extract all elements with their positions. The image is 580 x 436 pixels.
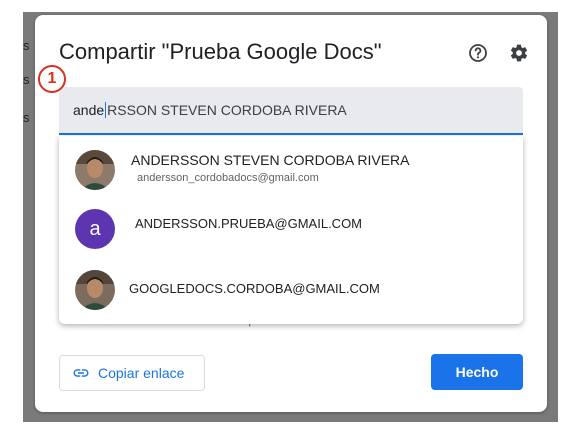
help-button[interactable] (466, 41, 490, 65)
share-dialog: Compartir "Prueba Google Docs" ande RSSON… (35, 15, 547, 412)
text-caret (105, 102, 107, 118)
link-icon (73, 369, 89, 377)
background-text: s (23, 38, 30, 53)
help-circle-icon (469, 44, 487, 62)
avatar-letter-icon: a (75, 209, 115, 249)
background-text: s (23, 72, 30, 87)
search-typed-text: ande (73, 102, 105, 118)
gear-icon (510, 44, 528, 62)
suggestion-item[interactable]: ANDERSSON STEVEN CORDOBA RIVERA andersso… (59, 141, 523, 201)
step-annotation-badge: 1 (38, 65, 66, 93)
suggestion-name: ANDERSSON STEVEN CORDOBA RIVERA (131, 152, 410, 168)
avatar-photo (75, 270, 115, 310)
suggestion-dropdown: ANDERSSON STEVEN CORDOBA RIVERA andersso… (59, 136, 523, 324)
copy-link-button[interactable]: Copiar enlace (59, 355, 205, 391)
suggestion-name: ANDERSSON.PRUEBA@GMAIL.COM (135, 216, 363, 231)
search-autocomplete-text: RSSON STEVEN CORDOBA RIVERA (107, 102, 347, 118)
suggestion-name: GOOGLEDOCS.CORDOBA@GMAIL.COM (129, 281, 380, 296)
dialog-title: Compartir "Prueba Google Docs" (59, 39, 382, 64)
suggestion-item[interactable]: GOOGLEDOCS.CORDOBA@GMAIL.COM (59, 264, 523, 324)
copy-link-label: Copiar enlace (98, 365, 185, 381)
avatar-photo (75, 150, 115, 190)
background-text: s (23, 110, 30, 125)
add-people-input[interactable]: ande RSSON STEVEN CORDOBA RIVERA (59, 87, 523, 135)
done-button[interactable]: Hecho (431, 354, 523, 390)
suggestion-item[interactable]: a ANDERSSON.PRUEBA@GMAIL.COM (59, 203, 523, 263)
suggestion-email: andersson_cordobadocs@gmail.com (137, 172, 319, 184)
settings-button[interactable] (507, 41, 531, 65)
